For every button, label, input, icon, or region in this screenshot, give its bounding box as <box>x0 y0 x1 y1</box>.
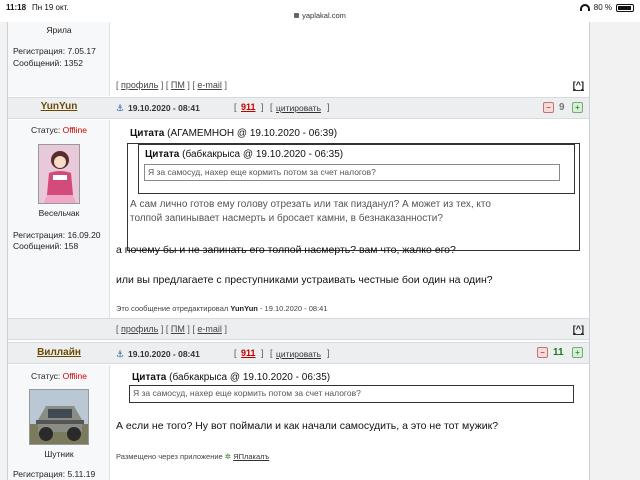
post1-vote-up-icon[interactable]: + <box>572 102 583 113</box>
registration-info: Регистрация: 5.11.19 <box>13 469 96 479</box>
registration-info: Регистрация: 7.05.17 <box>13 46 96 56</box>
url-text: yaplakal.com <box>302 11 346 20</box>
address-bar[interactable]: yaplakal.com <box>0 11 640 20</box>
post2-vote-down-icon[interactable]: − <box>537 347 548 358</box>
registration-info: Регистрация: 16.09.20 <box>13 230 101 240</box>
outer-quote-text-2: толпой запинывает насмерть и бросает кам… <box>130 213 443 224</box>
post1-vote-down-icon[interactable]: − <box>543 102 554 113</box>
post1-text-1: а почему бы и не запинать его толпой нас… <box>116 244 456 256</box>
avatar-caption: Весельчак <box>38 208 80 218</box>
post2-cite-link[interactable]: цитировать <box>276 349 321 359</box>
post1-cite-link[interactable]: цитировать <box>276 103 321 113</box>
post1-avatar <box>38 144 80 204</box>
message-count: Сообщений: 158 <box>13 241 79 251</box>
post2-quote-text: Я за самосуд, нахер еще кормить потом за… <box>129 385 574 403</box>
wifi-icon <box>579 4 590 11</box>
post2-text-1: А если не того? Ну вот поймали и как нач… <box>116 420 499 432</box>
post2-avatar <box>29 389 89 445</box>
post1-author[interactable]: YunYun <box>8 101 110 112</box>
post2-vote-up-icon[interactable]: + <box>572 347 583 358</box>
battery-percent: 80 % <box>593 3 612 12</box>
post0-footer-bar: [ профиль ] [ ПМ ] [ e-mail ] [^] <box>8 75 589 96</box>
inner-quote-text: Я за самосуд, нахер еще кормить потом за… <box>144 164 560 181</box>
pm-link[interactable]: ПМ <box>171 324 185 334</box>
battery-icon <box>616 3 634 12</box>
post2-userinfo: Статус: Offline Шутник Регистрация: 5.11… <box>8 365 110 480</box>
app-icon: ✲ <box>224 452 232 461</box>
outer-quote-title: Цитата (АГАМЕМНОН @ 19.10.2020 - 06:39) <box>130 128 338 139</box>
post2-quote-title: Цитата (бабкакрыса @ 19.10.2020 - 06:35) <box>132 372 331 383</box>
profile-link[interactable]: профиль <box>121 324 158 334</box>
post2-score: 11 <box>553 347 564 358</box>
post2-number[interactable]: 911 <box>241 348 256 358</box>
right-gutter <box>590 22 640 480</box>
outer-quote-text-1: А сам лично готов ему голову отрезать ил… <box>130 199 491 210</box>
post2-date: 19.10.2020 - 08:41 <box>128 349 200 359</box>
post1-number[interactable]: 911 <box>241 102 256 112</box>
user-links: [ профиль ] [ ПМ ] [ e-mail ] <box>116 324 227 334</box>
status-line: Статус: Offline <box>30 125 88 135</box>
scroll-top-button[interactable]: [^] <box>572 80 584 91</box>
post1-date: 19.10.2020 - 08:41 <box>128 103 200 113</box>
avatar-caption: Шутник <box>44 449 74 459</box>
post2-via-app: Размещено через приложение ✲ ЯПлакалъ <box>116 452 270 461</box>
post2-author[interactable]: Виллайн <box>8 347 110 358</box>
anchor-icon[interactable]: ⚓ <box>116 104 125 113</box>
status-icons: 80 % <box>579 3 634 12</box>
user-links: [ профиль ] [ ПМ ] [ e-mail ] <box>116 80 227 90</box>
edited-user: YunYun <box>230 304 258 313</box>
page-frame: Ярила Регистрация: 7.05.17 Сообщений: 13… <box>0 22 640 480</box>
post1-text-2: или вы предлагаете с преступниками устра… <box>116 274 493 286</box>
status-line: Статус: Offline <box>30 371 88 381</box>
message-count: Сообщений: 1352 <box>13 58 83 68</box>
scroll-top-button[interactable]: [^] <box>572 324 584 335</box>
anchor-icon[interactable]: ⚓ <box>116 350 125 359</box>
post1-footer-bar: [ профиль ] [ ПМ ] [ e-mail ] [^] <box>8 318 589 340</box>
status-bar: 11:18 Пн 19 окт. yaplakal.com 80 % <box>0 0 640 22</box>
post1-score: 9 <box>559 102 565 113</box>
pm-link[interactable]: ПМ <box>171 80 185 90</box>
email-link[interactable]: e-mail <box>197 80 222 90</box>
lock-icon <box>294 13 300 18</box>
post1-edited-note: Это сообщение отредактировал YunYun - 19… <box>116 304 328 313</box>
profile-link[interactable]: профиль <box>121 80 158 90</box>
avatar-caption: Ярила <box>46 25 72 35</box>
post1-userinfo: Статус: Offline Весельчак Регистрация: 1… <box>8 120 110 318</box>
email-link[interactable]: e-mail <box>197 324 222 334</box>
app-link[interactable]: ЯПлакалъ <box>233 452 269 461</box>
forum-thread: Ярила Регистрация: 7.05.17 Сообщений: 13… <box>7 22 590 480</box>
